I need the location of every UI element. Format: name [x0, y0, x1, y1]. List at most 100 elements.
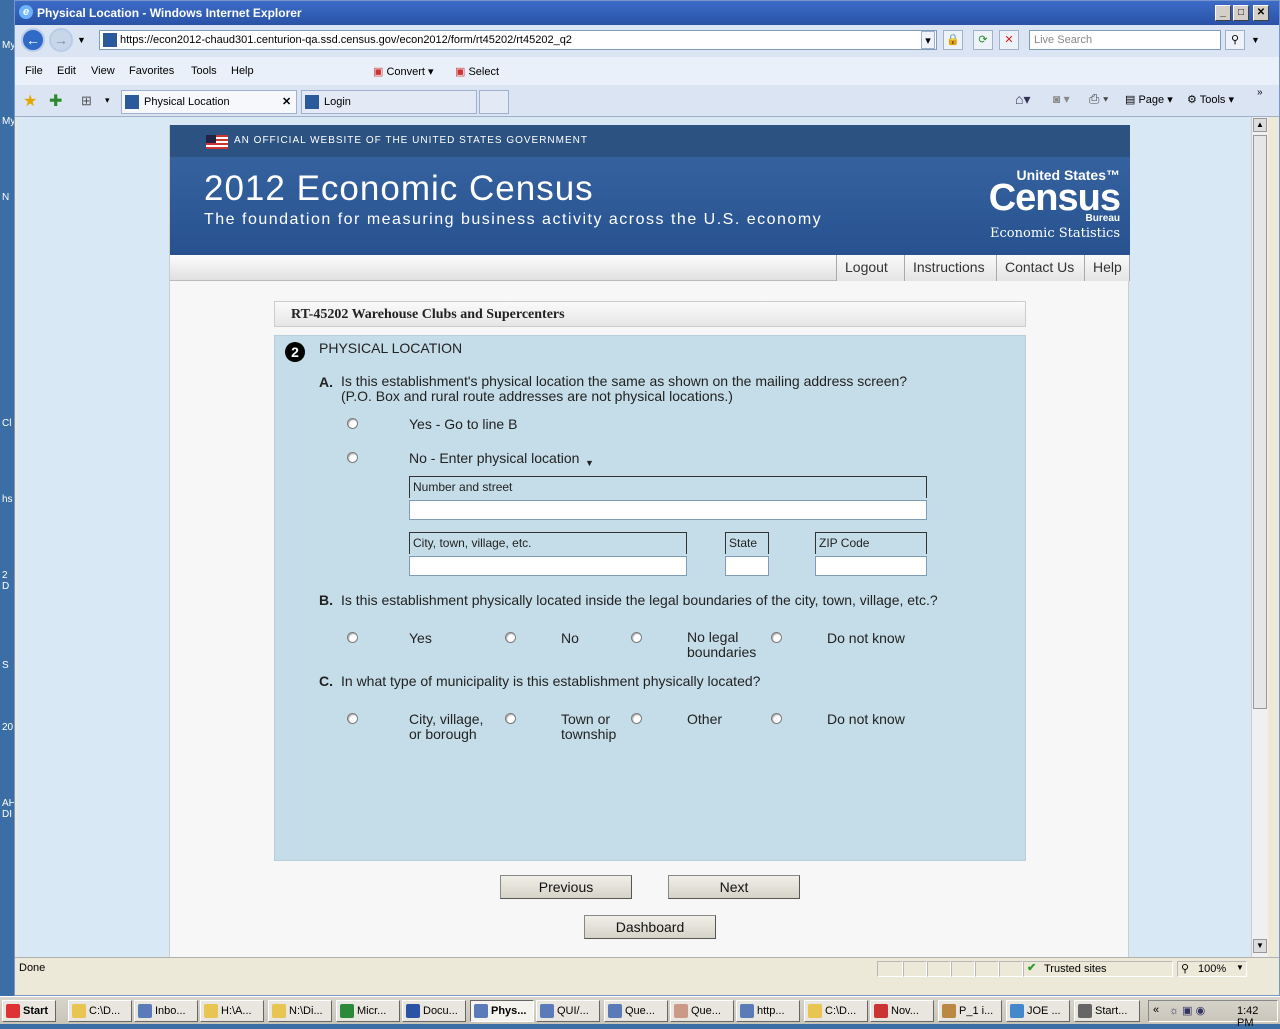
field-label: City, town, village, etc.: [409, 532, 687, 554]
close-window-button[interactable]: ✕: [1253, 5, 1269, 21]
mail-icon: [874, 1004, 888, 1018]
back-button[interactable]: ←: [21, 28, 45, 52]
zip-input[interactable]: [815, 556, 927, 576]
favorites-star-icon[interactable]: ★: [23, 91, 37, 111]
tab-physical-location[interactable]: Physical Location ✕: [121, 90, 297, 114]
tray-icons[interactable]: ☼ ▣ ◉: [1169, 1004, 1205, 1017]
radio-c-city[interactable]: [347, 713, 358, 724]
previous-button[interactable]: Previous: [500, 875, 632, 899]
taskbar-item[interactable]: http...: [736, 1000, 800, 1022]
taskbar-item[interactable]: Docu...: [402, 1000, 466, 1022]
dashboard-button[interactable]: Dashboard: [584, 915, 716, 939]
select-button[interactable]: ▣ Select: [455, 65, 499, 78]
lock-icon[interactable]: 🔒: [943, 30, 963, 50]
security-zone[interactable]: ✔ Trusted sites: [1023, 961, 1173, 977]
tools-menu[interactable]: ⚙ Tools ▾: [1187, 93, 1234, 106]
tab-list-icon[interactable]: ▾: [105, 95, 110, 106]
history-dropdown-icon[interactable]: ▼: [77, 35, 86, 45]
add-favorite-icon[interactable]: ✚: [49, 91, 62, 111]
page-title: 2012 Economic Census: [204, 169, 594, 208]
menu-edit[interactable]: Edit: [57, 65, 76, 77]
menu-favorites[interactable]: Favorites: [129, 65, 174, 77]
taskbar-item[interactable]: QUI/...: [536, 1000, 600, 1022]
option-label: No - Enter physical location: [409, 450, 580, 466]
radio-b-yes[interactable]: [347, 632, 358, 643]
maximize-button[interactable]: □: [1233, 5, 1249, 21]
option-label: Town or township: [561, 711, 617, 742]
taskbar-label: JOE ...: [1027, 1005, 1061, 1017]
taskbar-item[interactable]: N:\Di...: [268, 1000, 332, 1022]
home-icon[interactable]: ⌂▾: [1015, 91, 1030, 108]
search-options-icon[interactable]: ▼: [1251, 35, 1260, 45]
chevron-more-icon[interactable]: »: [1257, 87, 1263, 98]
scroll-up-icon[interactable]: ▲: [1253, 118, 1267, 132]
option-label: Do not know: [827, 711, 905, 727]
taskbar-item[interactable]: C:\D...: [68, 1000, 132, 1022]
taskbar-item[interactable]: P_1 i...: [938, 1000, 1002, 1022]
new-tab-button[interactable]: [479, 90, 509, 114]
taskbar-item[interactable]: Inbo...: [134, 1000, 198, 1022]
taskbar-item[interactable]: Que...: [604, 1000, 668, 1022]
start-button[interactable]: Start: [2, 1000, 56, 1022]
search-icon[interactable]: ⚲: [1225, 30, 1245, 50]
menu-help[interactable]: Help: [231, 65, 254, 77]
radio-c-do-not-know[interactable]: [771, 713, 782, 724]
nav-contact-us[interactable]: Contact Us: [996, 255, 1084, 281]
scroll-down-icon[interactable]: ▼: [1253, 939, 1267, 953]
feeds-icon[interactable]: ◙ ▾: [1053, 92, 1070, 106]
refresh-button[interactable]: ⟳: [973, 30, 993, 50]
select-label: Select: [468, 66, 500, 78]
quick-tabs-icon[interactable]: ⊞: [81, 93, 92, 109]
taskbar-item[interactable]: Start...: [1074, 1000, 1140, 1022]
question-b-text: Is this establishment physically located…: [341, 592, 938, 608]
menu-tools[interactable]: Tools: [191, 65, 217, 77]
taskbar-item[interactable]: Nov...: [870, 1000, 934, 1022]
radio-c-town[interactable]: [505, 713, 516, 724]
radio-b-no-legal[interactable]: [631, 632, 642, 643]
print-icon[interactable]: ⎙ ▾: [1089, 91, 1108, 107]
census-logo[interactable]: United States™ Census Bureau Economic St…: [970, 167, 1121, 243]
taskbar-item[interactable]: Que...: [670, 1000, 734, 1022]
clock: 1:42 PM: [1237, 1005, 1259, 1029]
street-input[interactable]: [409, 500, 927, 520]
convert-button[interactable]: ▣ Convert ▾: [373, 65, 434, 78]
radio-b-no[interactable]: [505, 632, 516, 643]
taskbar-label: Docu...: [423, 1005, 458, 1017]
taskbar-label: Que...: [691, 1005, 721, 1017]
stop-button[interactable]: ✕: [999, 30, 1019, 50]
next-button[interactable]: Next: [668, 875, 800, 899]
vertical-scrollbar[interactable]: ▲ ▼: [1251, 117, 1268, 957]
scroll-thumb[interactable]: [1253, 135, 1267, 709]
nav-instructions[interactable]: Instructions: [904, 255, 996, 281]
taskbar-item[interactable]: Micr...: [336, 1000, 400, 1022]
close-tab-icon[interactable]: ✕: [282, 95, 291, 108]
search-input[interactable]: Live Search: [1029, 30, 1221, 50]
radio-b-do-not-know[interactable]: [771, 632, 782, 643]
taskbar-label: H:\A...: [221, 1005, 252, 1017]
radio-a-no[interactable]: [347, 452, 358, 463]
tray-expand-icon[interactable]: «: [1153, 1004, 1159, 1016]
taskbar-label: Inbo...: [155, 1005, 186, 1017]
zoom-control[interactable]: ⚲ 100% ▼: [1177, 961, 1247, 977]
nav-logout[interactable]: Logout: [836, 255, 904, 281]
zoom-icon: ⚲: [1181, 963, 1190, 975]
nav-help[interactable]: Help: [1084, 255, 1130, 281]
taskbar-item[interactable]: C:\D...: [804, 1000, 868, 1022]
taskbar-label: Start...: [1095, 1005, 1128, 1017]
taskbar-item[interactable]: H:\A...: [200, 1000, 264, 1022]
city-input[interactable]: [409, 556, 687, 576]
minimize-button[interactable]: _: [1215, 5, 1231, 21]
menu-file[interactable]: File: [25, 65, 43, 77]
forward-button[interactable]: →: [49, 28, 73, 52]
menu-view[interactable]: View: [91, 65, 115, 77]
url-field[interactable]: https://econ2012-chaud301.centurion-qa.s…: [99, 30, 937, 50]
radio-a-yes[interactable]: [347, 418, 358, 429]
page-menu[interactable]: ▤ Page ▾: [1125, 93, 1173, 106]
option-label: Do not know: [827, 630, 905, 646]
taskbar-item[interactable]: JOE ...: [1006, 1000, 1070, 1022]
tab-login[interactable]: Login: [301, 90, 477, 114]
radio-c-other[interactable]: [631, 713, 642, 724]
state-input[interactable]: [725, 556, 769, 576]
url-dropdown-icon[interactable]: ▾: [921, 31, 935, 49]
taskbar-item-active[interactable]: Phys...: [470, 1000, 534, 1022]
